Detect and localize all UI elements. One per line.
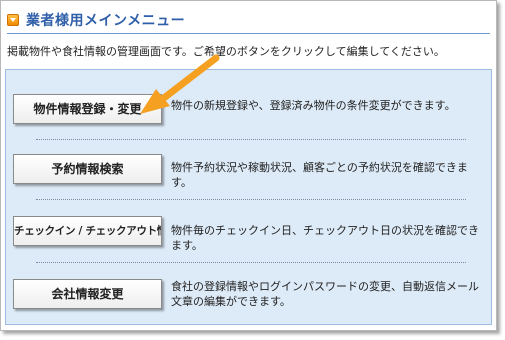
- checkin-checkout-button[interactable]: チェックイン / チェックアウト情報: [13, 216, 162, 246]
- menu-title-icon: [7, 14, 19, 26]
- property-register-button[interactable]: 物件情報登録・変更: [13, 94, 162, 124]
- checkin-checkout-description: 物件毎のチェックイン日、チェックアウト日の状況を確認できます。: [171, 224, 479, 252]
- reservation-search-button[interactable]: 予約情報検索: [13, 154, 162, 184]
- divider: [36, 199, 466, 200]
- divider: [36, 262, 466, 263]
- reservation-search-description: 物件予約状況や稼動状況、顧客ごとの予約状況を確認できます。: [171, 161, 468, 189]
- property-register-description: 物件の新規登録や、登録済み物件の条件変更ができます。: [171, 99, 456, 112]
- main-menu-window: 業者様用メインメニュー 掲載物件や食社情報の管理画面です。ご希望のボタンをクリッ…: [0, 0, 497, 331]
- company-info-button[interactable]: 会社情報変更: [13, 279, 162, 309]
- divider: [36, 139, 466, 140]
- header: 業者様用メインメニュー: [7, 10, 185, 30]
- page-title: 業者様用メインメニュー: [26, 13, 186, 29]
- title-divider: [7, 33, 490, 34]
- company-info-description: 食社の登録情報やログインパスワードの変更、自動返信メール 文章の編集ができます。: [171, 279, 479, 309]
- intro-text: 掲載物件や食社情報の管理画面です。ご希望のボタンをクリックして編集してください。: [7, 45, 445, 58]
- company-info-description-line1: 食社の登録情報やログインパスワードの変更、自動返信メール: [171, 280, 479, 293]
- company-info-description-line2: 文章の編集ができます。: [171, 295, 291, 308]
- menu-panel: 物件情報登録・変更 物件の新規登録や、登録済み物件の条件変更ができます。 予約情…: [5, 69, 492, 325]
